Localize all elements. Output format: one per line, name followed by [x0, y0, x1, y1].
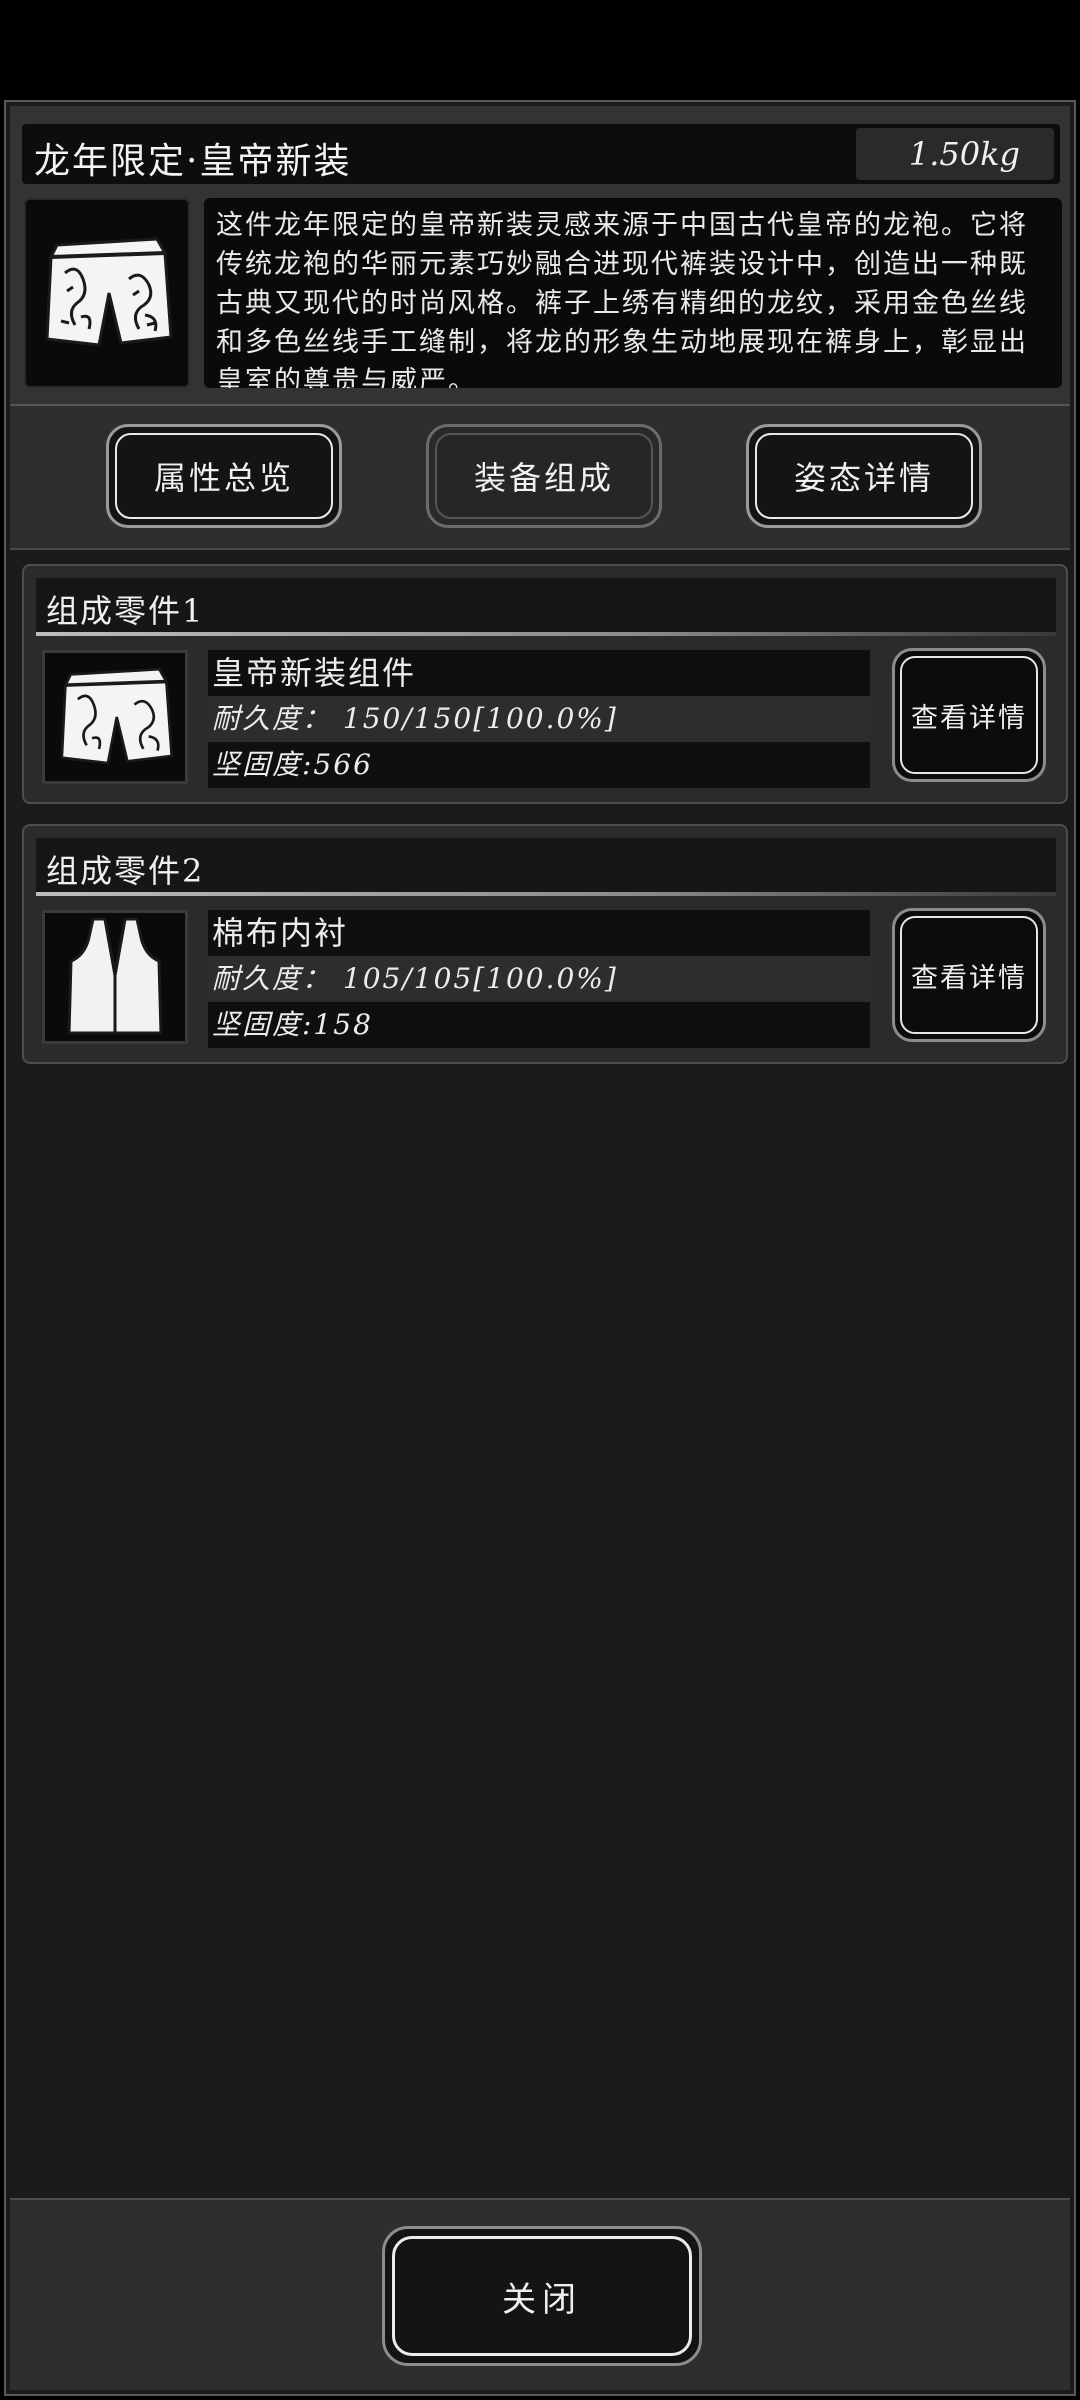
header-divider	[36, 892, 1056, 896]
component-info: 皇帝新装组件 耐久度： 150/150[100.0%] 坚固度:566	[208, 650, 870, 788]
shorts-icon	[60, 667, 174, 765]
footer: 关闭	[10, 2198, 1070, 2390]
view-details-button[interactable]: 查看详情	[892, 908, 1046, 1042]
close-label: 关闭	[502, 2279, 582, 2320]
status-bar-area	[0, 0, 1080, 100]
item-thumbnail	[24, 198, 190, 388]
component-name: 棉布内衬	[208, 910, 870, 956]
component-info: 棉布内衬 耐久度： 105/105[100.0%] 坚固度:158	[208, 910, 870, 1048]
component-card-1: 组成零件1 皇帝新装组件 耐久度： 150/150[100.0%] 坚固度:56…	[22, 564, 1068, 804]
component-thumbnail	[42, 650, 188, 784]
item-description: 这件龙年限定的皇帝新装灵感来源于中国古代皇帝的龙袍。它将传统龙袍的华丽元素巧妙融…	[216, 210, 1028, 388]
view-details-label: 查看详情	[911, 962, 1027, 994]
component-header-label: 组成零件2	[46, 852, 205, 890]
tab-equipment-composition[interactable]: 装备组成	[426, 424, 662, 528]
view-details-label: 查看详情	[911, 702, 1027, 734]
tab-label: 属性总览	[153, 459, 294, 497]
tab-label: 装备组成	[473, 459, 614, 497]
component-durability: 耐久度： 150/150[100.0%]	[208, 696, 870, 742]
weight-value: 1.50kg	[856, 128, 1054, 180]
component-hardness: 坚固度:566	[208, 742, 870, 788]
component-hardness: 坚固度:158	[208, 1002, 870, 1048]
vest-icon	[67, 917, 163, 1035]
shorts-icon	[45, 237, 173, 347]
component-header: 组成零件2	[36, 838, 1056, 892]
item-header: 龙年限定·皇帝新装 1.50kg 这件龙年限定的皇帝新装灵感来源于中国古代皇帝的…	[10, 106, 1070, 406]
component-durability: 耐久度： 105/105[100.0%]	[208, 956, 870, 1002]
header-divider	[36, 632, 1056, 636]
title-bar: 龙年限定·皇帝新装 1.50kg	[22, 124, 1060, 184]
close-button[interactable]: 关闭	[382, 2226, 702, 2366]
component-thumbnail	[42, 910, 188, 1044]
component-header-label: 组成零件1	[46, 592, 205, 630]
equipment-panel: 龙年限定·皇帝新装 1.50kg 这件龙年限定的皇帝新装灵感来源于中国古代皇帝的…	[4, 100, 1076, 2396]
screen: 龙年限定·皇帝新装 1.50kg 这件龙年限定的皇帝新装灵感来源于中国古代皇帝的…	[0, 0, 1080, 2400]
tab-stance-details[interactable]: 姿态详情	[746, 424, 982, 528]
component-card-2: 组成零件2 棉布内衬 耐久度： 105/105[100.0%] 坚固度:158 …	[22, 824, 1068, 1064]
component-name: 皇帝新装组件	[208, 650, 870, 696]
view-details-button[interactable]: 查看详情	[892, 648, 1046, 782]
tab-attribute-overview[interactable]: 属性总览	[106, 424, 342, 528]
component-header: 组成零件1	[36, 578, 1056, 632]
item-description-box[interactable]: 这件龙年限定的皇帝新装灵感来源于中国古代皇帝的龙袍。它将传统龙袍的华丽元素巧妙融…	[204, 198, 1062, 388]
tab-label: 姿态详情	[793, 459, 934, 497]
tabs-row: 属性总览 装备组成 姿态详情	[10, 406, 1070, 550]
item-title: 龙年限定·皇帝新装	[34, 141, 352, 182]
